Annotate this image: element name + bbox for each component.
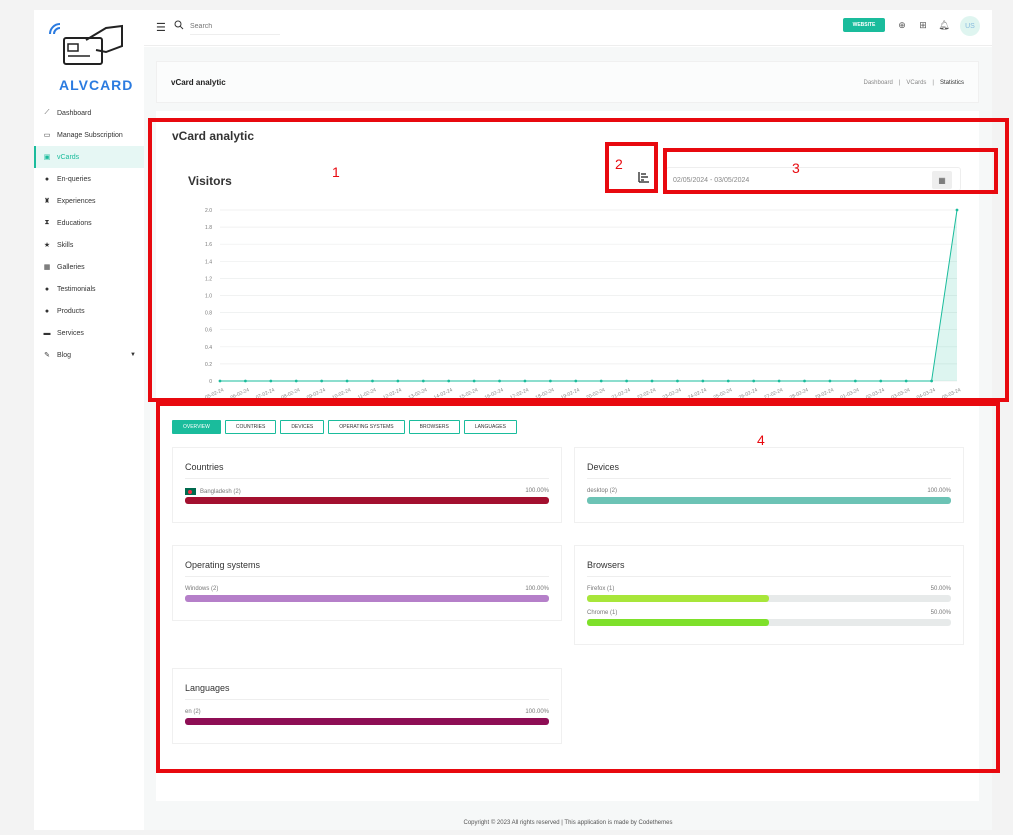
sidebar-item-label: Galleries <box>57 263 85 271</box>
award-icon: ♜ <box>43 198 51 205</box>
avatar[interactable]: US <box>960 16 980 36</box>
sidebar-item-testimonials[interactable]: ● Testimonials <box>34 278 144 300</box>
breadcrumb-statistics: Statistics <box>939 80 964 86</box>
card-icon: ▭ <box>43 132 51 139</box>
sidebar-item-educations[interactable]: ⧗ Educations <box>34 212 144 234</box>
chart-line-icon: ⟋ <box>44 109 50 116</box>
id-card-icon: ▣ <box>43 154 51 161</box>
breadcrumb: Dashboard | VCards | Statistics <box>863 80 964 86</box>
hamburger-menu-icon[interactable]: ☰ <box>156 21 166 34</box>
caret-down-icon: ▼ <box>130 352 136 358</box>
page-header: vCard analytic Dashboard | VCards | Statisti… <box>156 61 979 103</box>
topbar: ☰ WEBSITE ⊕ ⊞ 🔔︎ US <box>144 10 992 46</box>
sidebar-item-services[interactable]: ▬ Services <box>34 322 144 344</box>
sidebar-item-en-queries[interactable]: ● En-queries <box>34 168 144 190</box>
sidebar-item-label: Blog <box>57 351 72 359</box>
card-hand-logo-icon <box>49 23 123 65</box>
annotation-box-3 <box>663 148 998 194</box>
sidebar-item-manage-subscription[interactable]: ▭ Manage Subscription <box>34 124 144 146</box>
annotation-label-3: 3 <box>792 160 800 176</box>
annotation-box-4 <box>156 402 1000 773</box>
sidebar-item-label: Skills <box>57 241 74 249</box>
gallery-icon: ▦ <box>43 264 51 271</box>
sidebar-nav: ⟋ Dashboard ▭ Manage Subscription ▣ vCards ● En… <box>34 102 144 366</box>
add-icon[interactable]: ⊞ <box>917 20 929 31</box>
sidebar-item-label: Testimonials <box>57 285 96 293</box>
quote-icon: ● <box>44 285 50 293</box>
sidebar-item-label: Services <box>57 329 84 337</box>
sidebar: ALVCARD ⟋ Dashboard ▭ Manage Subscription ▣ v… <box>34 10 144 830</box>
sidebar-item-galleries[interactable]: ▦ Galleries <box>34 256 144 278</box>
sidebar-item-label: En-queries <box>57 175 91 183</box>
breadcrumb-vcards[interactable]: VCards <box>906 80 926 86</box>
star-icon: ★ <box>43 242 51 249</box>
sidebar-item-label: Products <box>57 307 85 315</box>
globe-icon[interactable]: ⊕ <box>896 20 908 31</box>
brand-name: ALVCARD <box>59 77 134 93</box>
sidebar-item-products[interactable]: ● Products <box>34 300 144 322</box>
annotation-label-2: 2 <box>615 156 623 172</box>
annotation-box-2 <box>605 142 658 193</box>
annotation-label-4: 4 <box>757 432 765 448</box>
sidebar-item-label: vCards <box>57 153 80 161</box>
website-button[interactable]: WEBSITE <box>843 18 885 32</box>
service-icon: ▬ <box>43 329 51 337</box>
sidebar-item-label: Manage Subscription <box>57 131 123 139</box>
sidebar-item-label: Dashboard <box>57 109 92 117</box>
bell-icon[interactable]: 🔔︎ <box>938 20 950 31</box>
search-input[interactable] <box>190 19 280 35</box>
brand-logo[interactable]: ALVCARD <box>46 20 132 93</box>
sidebar-item-experiences[interactable]: ♜ Experiences <box>34 190 144 212</box>
question-icon: ● <box>44 175 50 183</box>
sidebar-item-dashboard[interactable]: ⟋ Dashboard <box>34 102 144 124</box>
blog-icon: ✎ <box>44 352 50 359</box>
sidebar-item-label: Experiences <box>57 197 96 205</box>
sidebar-item-skills[interactable]: ★ Skills <box>34 234 144 256</box>
sidebar-item-blog[interactable]: ✎ Blog ▼ <box>34 344 144 366</box>
product-icon: ● <box>44 307 50 315</box>
hourglass-icon: ⧗ <box>44 219 50 226</box>
sidebar-item-vcards[interactable]: ▣ vCards <box>34 146 144 168</box>
footer: Copyright © 2023 All rights reserved | T… <box>463 820 673 826</box>
sidebar-item-label: Educations <box>57 219 92 227</box>
search-icon <box>174 20 184 30</box>
annotation-label-1: 1 <box>332 164 340 180</box>
page-title: vCard analytic <box>171 78 226 87</box>
breadcrumb-dashboard[interactable]: Dashboard <box>863 80 892 86</box>
